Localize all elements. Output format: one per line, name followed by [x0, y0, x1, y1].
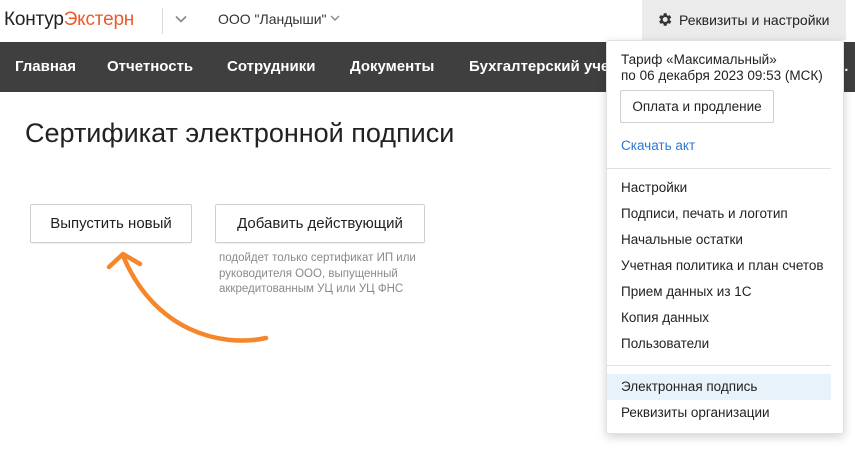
top-bar: КонтурЭкстерн ООО "Ландыши" Реквизиты и … [0, 0, 855, 42]
menu-item-org-requisites[interactable]: Реквизиты организации [607, 400, 831, 426]
org-chevron-icon[interactable] [330, 13, 340, 23]
download-act-link[interactable]: Скачать акт [621, 138, 695, 153]
payment-renewal-button[interactable]: Оплата и продление [620, 90, 774, 123]
page-title: Сертификат электронной подписи [25, 118, 455, 148]
annotation-arrow [106, 251, 269, 343]
menu-item-accounting-policy[interactable]: Учетная политика и план счетов [607, 253, 831, 279]
menu-item-signatures-stamp-logo[interactable]: Подписи, печать и логотип [607, 201, 831, 227]
nav-item-reporting[interactable]: Отчетность [107, 58, 193, 75]
menu-item-import-1c[interactable]: Прием данных из 1С [607, 279, 831, 305]
menu-item-settings[interactable]: Настройки [607, 175, 831, 201]
menu-separator [607, 365, 831, 366]
header-divider [162, 8, 163, 34]
issue-new-button[interactable]: Выпустить новый [30, 204, 192, 243]
menu-item-opening-balances[interactable]: Начальные остатки [607, 227, 831, 253]
nav-item-employees[interactable]: Сотрудники [227, 58, 315, 75]
settings-dropdown: Тариф «Максимальный» по 06 декабря 2023 … [606, 40, 844, 434]
logo-part-kontur: Контур [4, 9, 64, 30]
menu-item-users[interactable]: Пользователи [607, 331, 831, 357]
menu-item-electronic-signature[interactable]: Электронная подпись [607, 374, 831, 400]
nav-item-home[interactable]: Главная [15, 58, 76, 75]
nav-item-documents[interactable]: Документы [350, 58, 434, 75]
menu-item-data-copy[interactable]: Копия данных [607, 305, 831, 331]
gear-icon [659, 13, 672, 26]
tariff-name: Тариф «Максимальный» [621, 52, 777, 67]
logo-part-extern: Экстерн [63, 9, 135, 30]
product-chevron-icon[interactable] [174, 12, 188, 26]
requisites-settings-label: Реквизиты и настройки [679, 12, 830, 28]
organization-selector[interactable]: ООО "Ландыши" [218, 11, 327, 27]
nav-item-accounting[interactable]: Бухгалтерский уче [469, 58, 609, 75]
logo[interactable]: КонтурЭкстерн [4, 9, 134, 31]
requisites-settings-button[interactable]: Реквизиты и настройки [642, 0, 846, 40]
tariff-expiry: по 06 декабря 2023 09:53 (МСК) [621, 68, 823, 83]
menu-separator [607, 168, 831, 169]
add-existing-button[interactable]: Добавить действующий [215, 204, 425, 243]
